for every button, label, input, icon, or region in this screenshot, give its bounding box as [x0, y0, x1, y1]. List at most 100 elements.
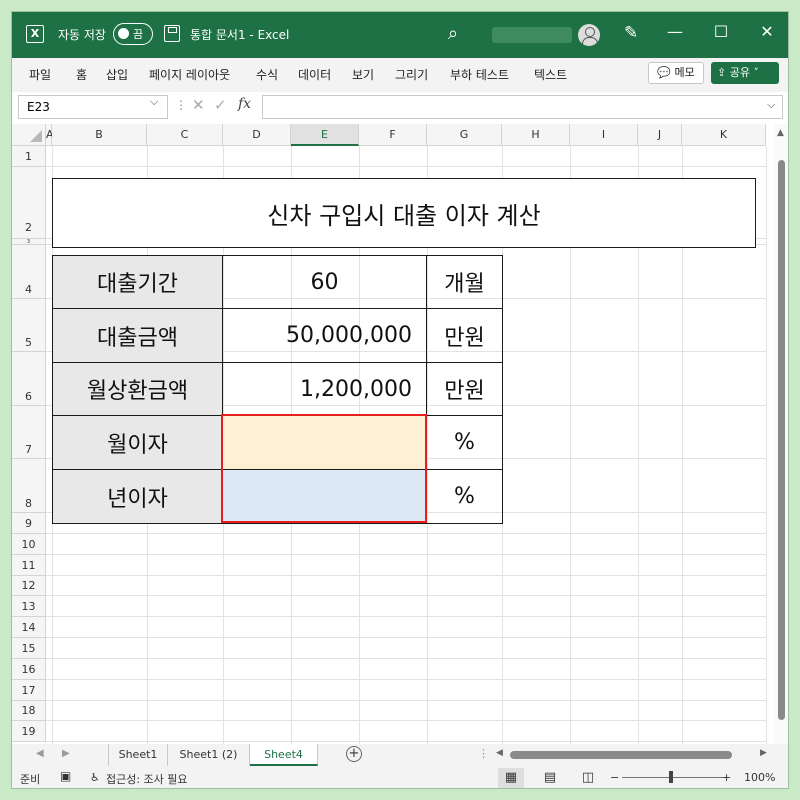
- label-cell[interactable]: 대출금액: [52, 308, 223, 363]
- tab-insert[interactable]: 삽입: [106, 66, 128, 83]
- tab-text[interactable]: 텍스트: [534, 66, 567, 83]
- page-break-view-icon[interactable]: ◫: [575, 768, 601, 788]
- save-icon[interactable]: [164, 25, 180, 42]
- row-header[interactable]: 14: [12, 617, 46, 638]
- zoom-slider[interactable]: [622, 777, 726, 778]
- value-cell[interactable]: 50,000,000: [222, 308, 427, 363]
- formula-input[interactable]: [262, 95, 783, 119]
- accessibility-status[interactable]: 접근성: 조사 필요: [106, 771, 188, 787]
- insert-function-icon[interactable]: fx: [238, 96, 251, 112]
- macro-record-icon[interactable]: ▣: [60, 769, 71, 783]
- zoom-in-button[interactable]: +: [722, 771, 731, 784]
- horizontal-scroll-thumb[interactable]: [510, 751, 732, 759]
- table-title[interactable]: 신차 구입시 대출 이자 계산: [52, 178, 756, 248]
- page-layout-view-icon[interactable]: ▤: [537, 768, 563, 788]
- row-header[interactable]: 18: [12, 701, 46, 721]
- next-sheet-icon[interactable]: ▶: [62, 748, 70, 759]
- column-header[interactable]: J: [638, 124, 682, 146]
- sheet-tab[interactable]: Sheet1 (2): [168, 744, 250, 766]
- row-header[interactable]: 15: [12, 638, 46, 659]
- sheet-tab-active[interactable]: Sheet4: [250, 744, 318, 766]
- row-header[interactable]: 6: [12, 352, 46, 406]
- row-header[interactable]: 8: [12, 459, 46, 513]
- tab-draw[interactable]: 그리기: [395, 66, 428, 83]
- value-cell[interactable]: 1,200,000: [222, 362, 427, 416]
- close-button[interactable]: ✕: [752, 22, 782, 41]
- toggle-knob: [118, 28, 129, 39]
- row-header[interactable]: 19: [12, 721, 46, 742]
- avatar[interactable]: [578, 24, 600, 46]
- search-icon[interactable]: ⌕: [448, 23, 458, 44]
- unit-cell[interactable]: 만원: [426, 362, 503, 416]
- pen-icon[interactable]: ✎: [624, 23, 638, 43]
- normal-view-icon[interactable]: ▦: [498, 768, 524, 788]
- row-header[interactable]: 10: [12, 534, 46, 555]
- name-box[interactable]: E23: [18, 95, 168, 119]
- value-cell[interactable]: 60: [222, 255, 427, 309]
- worksheet-grid[interactable]: A B C D E F G H I J K 1 2 3 4 5 6 7 8 9 …: [12, 122, 788, 744]
- label-cell[interactable]: 월상환금액: [52, 362, 223, 416]
- highlight-outline: [221, 414, 427, 523]
- autosave-toggle[interactable]: 끔: [113, 23, 153, 45]
- zoom-slider-thumb[interactable]: [669, 771, 673, 783]
- column-header[interactable]: K: [682, 124, 766, 146]
- label-cell[interactable]: 년이자: [52, 469, 223, 524]
- tab-formulas[interactable]: 수식: [256, 66, 278, 83]
- column-header-selected[interactable]: E: [291, 124, 359, 146]
- row-header[interactable]: 16: [12, 659, 46, 680]
- column-header[interactable]: F: [359, 124, 427, 146]
- label-cell[interactable]: 대출기간: [52, 255, 223, 309]
- row-header[interactable]: 17: [12, 680, 46, 701]
- expand-formula-icon[interactable]: ⌵: [767, 98, 775, 112]
- column-header[interactable]: B: [52, 124, 147, 146]
- scroll-right-icon[interactable]: ▶: [760, 748, 767, 758]
- restore-button[interactable]: ☐: [706, 22, 736, 41]
- unit-cell[interactable]: 만원: [426, 308, 503, 363]
- name-box-dropdown-icon[interactable]: ⌵: [150, 95, 158, 109]
- vertical-scroll-thumb[interactable]: [778, 160, 785, 720]
- accessibility-icon[interactable]: ♿: [90, 771, 100, 784]
- row-header[interactable]: 4: [12, 245, 46, 299]
- row-header[interactable]: 11: [12, 555, 46, 576]
- drag-handle-icon[interactable]: ⋮: [175, 98, 187, 112]
- unit-cell[interactable]: %: [426, 469, 503, 524]
- select-all-corner[interactable]: [12, 124, 46, 146]
- unit-cell[interactable]: 개월: [426, 255, 503, 309]
- enter-icon[interactable]: ✓: [214, 96, 227, 114]
- sheet-tab[interactable]: Sheet1: [108, 744, 168, 766]
- row-header[interactable]: 5: [12, 299, 46, 352]
- share-button[interactable]: ⇪ 공유 ˅: [711, 62, 779, 84]
- label-cell[interactable]: 월이자: [52, 415, 223, 470]
- column-header[interactable]: H: [502, 124, 570, 146]
- add-sheet-icon[interactable]: +: [346, 746, 362, 762]
- column-header[interactable]: C: [147, 124, 223, 146]
- row-header[interactable]: 2: [12, 167, 46, 239]
- split-handle-icon[interactable]: ⋮: [478, 747, 489, 760]
- tab-data[interactable]: 데이터: [298, 66, 331, 83]
- ready-status: 준비: [20, 773, 41, 786]
- unit-cell[interactable]: %: [426, 415, 503, 470]
- cancel-icon[interactable]: ✕: [192, 96, 205, 114]
- row-header[interactable]: 7: [12, 406, 46, 459]
- prev-sheet-icon[interactable]: ◀: [36, 748, 44, 759]
- tab-load-test[interactable]: 부하 테스트: [450, 66, 509, 83]
- vertical-scrollbar[interactable]: ▲: [774, 124, 788, 744]
- tab-view[interactable]: 보기: [352, 66, 374, 83]
- row-header[interactable]: 9: [12, 513, 46, 534]
- zoom-level[interactable]: 100%: [744, 771, 775, 784]
- row-header[interactable]: 13: [12, 596, 46, 617]
- tab-file[interactable]: 파일: [29, 66, 51, 83]
- zoom-out-button[interactable]: −: [610, 771, 619, 784]
- tab-page-layout[interactable]: 페이지 레이아웃: [149, 66, 230, 83]
- row-header[interactable]: 12: [12, 576, 46, 596]
- memo-button[interactable]: 💬 메모: [648, 62, 704, 84]
- row-header[interactable]: 1: [12, 146, 46, 167]
- minimize-button[interactable]: —: [660, 22, 690, 41]
- comment-icon: 💬: [657, 66, 671, 79]
- column-header[interactable]: G: [427, 124, 502, 146]
- tab-home[interactable]: 홈: [76, 66, 87, 83]
- column-header[interactable]: I: [570, 124, 638, 146]
- scroll-left-icon[interactable]: ◀: [496, 748, 503, 758]
- column-header[interactable]: D: [223, 124, 291, 146]
- scroll-up-icon[interactable]: ▲: [777, 128, 784, 138]
